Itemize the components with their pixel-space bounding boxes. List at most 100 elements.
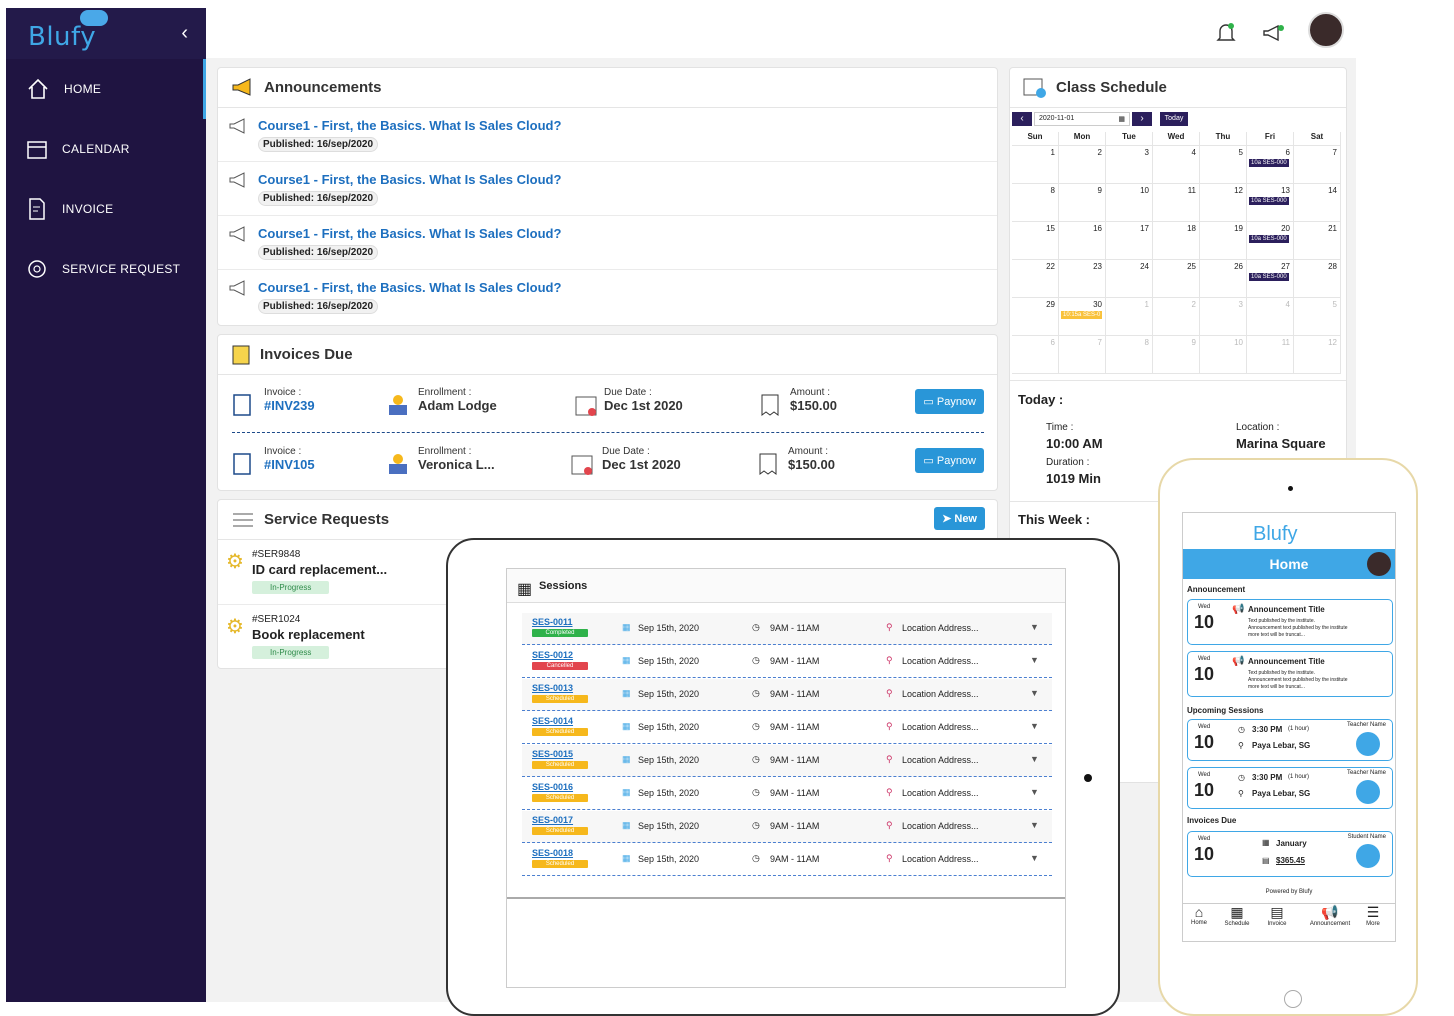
day-cell[interactable]: 24 (1106, 260, 1153, 298)
table-row[interactable]: SES-0016 Scheduled ▦ Sep 15th, 2020 ◷ 9AM - 1… (522, 778, 1052, 810)
day-cell[interactable]: 3 (1106, 146, 1153, 184)
day-cell[interactable]: 12 (1294, 336, 1341, 374)
day-cell[interactable]: 9 (1153, 336, 1200, 374)
sidebar-item-home[interactable]: HOME (6, 59, 206, 119)
announcement-title[interactable]: Course1 - First, the Basics. What Is Sal… (258, 280, 561, 295)
day-cell[interactable]: 12 (1200, 184, 1247, 222)
invoice-number[interactable]: #INV239 (264, 398, 315, 413)
chevron-down-icon[interactable]: ▼ (1030, 622, 1039, 632)
day-cell[interactable]: 2 (1153, 298, 1200, 336)
date-input[interactable]: 2020-11-01 ▦ (1034, 112, 1130, 126)
day-cell[interactable]: 1 (1012, 146, 1059, 184)
chevron-down-icon[interactable]: ▼ (1030, 853, 1039, 863)
chevron-down-icon[interactable]: ▼ (1030, 688, 1039, 698)
session-id[interactable]: SES-0012 (532, 650, 573, 660)
table-row[interactable]: SES-0012 Cancelled ▦ Sep 15th, 2020 ◷ 9AM - 1… (522, 646, 1052, 678)
sidebar-item-invoice[interactable]: INVOICE (6, 179, 206, 239)
tab-announcement[interactable]: 📢 Announcement (1307, 904, 1353, 927)
calendar-event[interactable]: 10a SES-000 (1249, 197, 1289, 205)
day-cell[interactable]: 29 (1012, 298, 1059, 336)
day-cell[interactable]: 13 10a SES-000 (1247, 184, 1294, 222)
announcement-title[interactable]: Course1 - First, the Basics. What Is Sal… (258, 172, 561, 187)
chevron-down-icon[interactable]: ▼ (1030, 721, 1039, 731)
day-cell[interactable]: 7 (1059, 336, 1106, 374)
calendar-event[interactable]: 10a SES-000 (1249, 273, 1289, 281)
chevron-left-icon[interactable]: ‹ (181, 22, 188, 45)
day-cell[interactable]: 11 (1247, 336, 1294, 374)
list-item[interactable]: Course1 - First, the Basics. What Is Sal… (218, 162, 997, 216)
list-item[interactable]: Course1 - First, the Basics. What Is Sal… (218, 270, 997, 324)
list-item[interactable]: Course1 - First, the Basics. What Is Sal… (218, 216, 997, 270)
day-cell[interactable]: 22 (1012, 260, 1059, 298)
day-cell[interactable]: 18 (1153, 222, 1200, 260)
day-cell[interactable]: 28 (1294, 260, 1341, 298)
invoice-number[interactable]: #INV105 (264, 457, 315, 472)
announcement-card[interactable]: Wed 10 📢 Announcement Title Text publish… (1187, 599, 1393, 645)
day-cell[interactable]: 1 (1106, 298, 1153, 336)
invoice-card[interactable]: Wed 10 ▦ January ▤ $365.45 Student Name (1187, 831, 1393, 877)
day-cell[interactable]: 10 (1106, 184, 1153, 222)
day-cell[interactable]: 15 (1012, 222, 1059, 260)
home-button[interactable] (1284, 990, 1302, 1008)
calendar-event[interactable]: 10a SES-000 (1249, 235, 1289, 243)
logo[interactable]: Blufy (28, 10, 108, 52)
day-cell[interactable]: 5 (1294, 298, 1341, 336)
sidebar-item-calendar[interactable]: CALENDAR (6, 119, 206, 179)
session-card[interactable]: Wed 10 ◷ 3:30 PM (1 hour) ⚲ Paya Lebar, … (1187, 719, 1393, 761)
day-cell[interactable]: 9 (1059, 184, 1106, 222)
session-id[interactable]: SES-0015 (532, 749, 573, 759)
avatar[interactable] (1367, 552, 1391, 576)
tab-more[interactable]: ☰ More (1353, 904, 1393, 927)
day-cell[interactable]: 2 (1059, 146, 1106, 184)
chevron-down-icon[interactable]: ▼ (1030, 754, 1039, 764)
day-cell[interactable]: 27 10a SES-000 (1247, 260, 1294, 298)
megaphone-icon[interactable] (1262, 24, 1284, 44)
day-cell[interactable]: 14 (1294, 184, 1341, 222)
day-cell[interactable]: 5 (1200, 146, 1247, 184)
day-cell[interactable]: 11 (1153, 184, 1200, 222)
session-id[interactable]: SES-0018 (532, 848, 573, 858)
paynow-button[interactable]: ▭ Paynow (915, 389, 984, 414)
day-cell[interactable]: 16 (1059, 222, 1106, 260)
prev-month-button[interactable]: ‹ (1012, 112, 1032, 126)
day-cell[interactable]: 19 (1200, 222, 1247, 260)
day-cell[interactable]: 3 (1200, 298, 1247, 336)
list-item[interactable]: ⚙ #SER9848 ID card replacement... In-Pro… (218, 541, 448, 605)
day-cell[interactable]: 6 10a SES-000 (1247, 146, 1294, 184)
announcement-title[interactable]: Course1 - First, the Basics. What Is Sal… (258, 226, 561, 241)
session-id[interactable]: SES-0014 (532, 716, 573, 726)
table-row[interactable]: SES-0015 Scheduled ▦ Sep 15th, 2020 ◷ 9AM - 1… (522, 745, 1052, 777)
day-cell[interactable]: 8 (1012, 184, 1059, 222)
chevron-down-icon[interactable]: ▼ (1030, 787, 1039, 797)
day-cell[interactable]: 8 (1106, 336, 1153, 374)
chevron-down-icon[interactable]: ▼ (1030, 655, 1039, 665)
calendar-event[interactable]: 10:15a SES-0 (1061, 311, 1103, 319)
list-item[interactable]: Course1 - First, the Basics. What Is Sal… (218, 108, 997, 162)
tab-home[interactable]: ⌂ Home (1179, 904, 1219, 926)
bell-icon[interactable] (1216, 22, 1236, 44)
tab-invoice[interactable]: ▤ Invoice (1257, 904, 1297, 927)
table-row[interactable]: SES-0013 Scheduled ▦ Sep 15th, 2020 ◷ 9AM - 1… (522, 679, 1052, 711)
session-id[interactable]: SES-0013 (532, 683, 573, 693)
new-request-button[interactable]: ➤ New (934, 507, 985, 530)
calendar-event[interactable]: 10a SES-000 (1249, 159, 1289, 167)
day-cell[interactable]: 25 (1153, 260, 1200, 298)
day-cell[interactable]: 26 (1200, 260, 1247, 298)
day-cell[interactable]: 4 (1247, 298, 1294, 336)
day-cell[interactable]: 20 10a SES-000 (1247, 222, 1294, 260)
paynow-button[interactable]: ▭ Paynow (915, 448, 984, 473)
today-button[interactable]: Today (1160, 112, 1188, 126)
session-id[interactable]: SES-0016 (532, 782, 573, 792)
day-cell[interactable]: 7 (1294, 146, 1341, 184)
day-cell[interactable]: 4 (1153, 146, 1200, 184)
day-cell[interactable]: 6 (1012, 336, 1059, 374)
invoice-amount[interactable]: $365.45 (1276, 856, 1305, 865)
avatar[interactable] (1308, 12, 1344, 48)
day-cell[interactable]: 17 (1106, 222, 1153, 260)
table-row[interactable]: SES-0014 Scheduled ▦ Sep 15th, 2020 ◷ 9AM - 1… (522, 712, 1052, 744)
list-item[interactable]: ⚙ #SER1024 Book replacement In-Progress (218, 606, 448, 670)
table-row[interactable]: SES-0018 Scheduled ▦ Sep 15th, 2020 ◷ 9AM - 1… (522, 844, 1052, 876)
tab-schedule[interactable]: ▦ Schedule (1217, 904, 1257, 927)
table-row[interactable]: SES-0011 Completed ▦ Sep 15th, 2020 ◷ 9AM - 1… (522, 613, 1052, 645)
session-id[interactable]: SES-0017 (532, 815, 573, 825)
